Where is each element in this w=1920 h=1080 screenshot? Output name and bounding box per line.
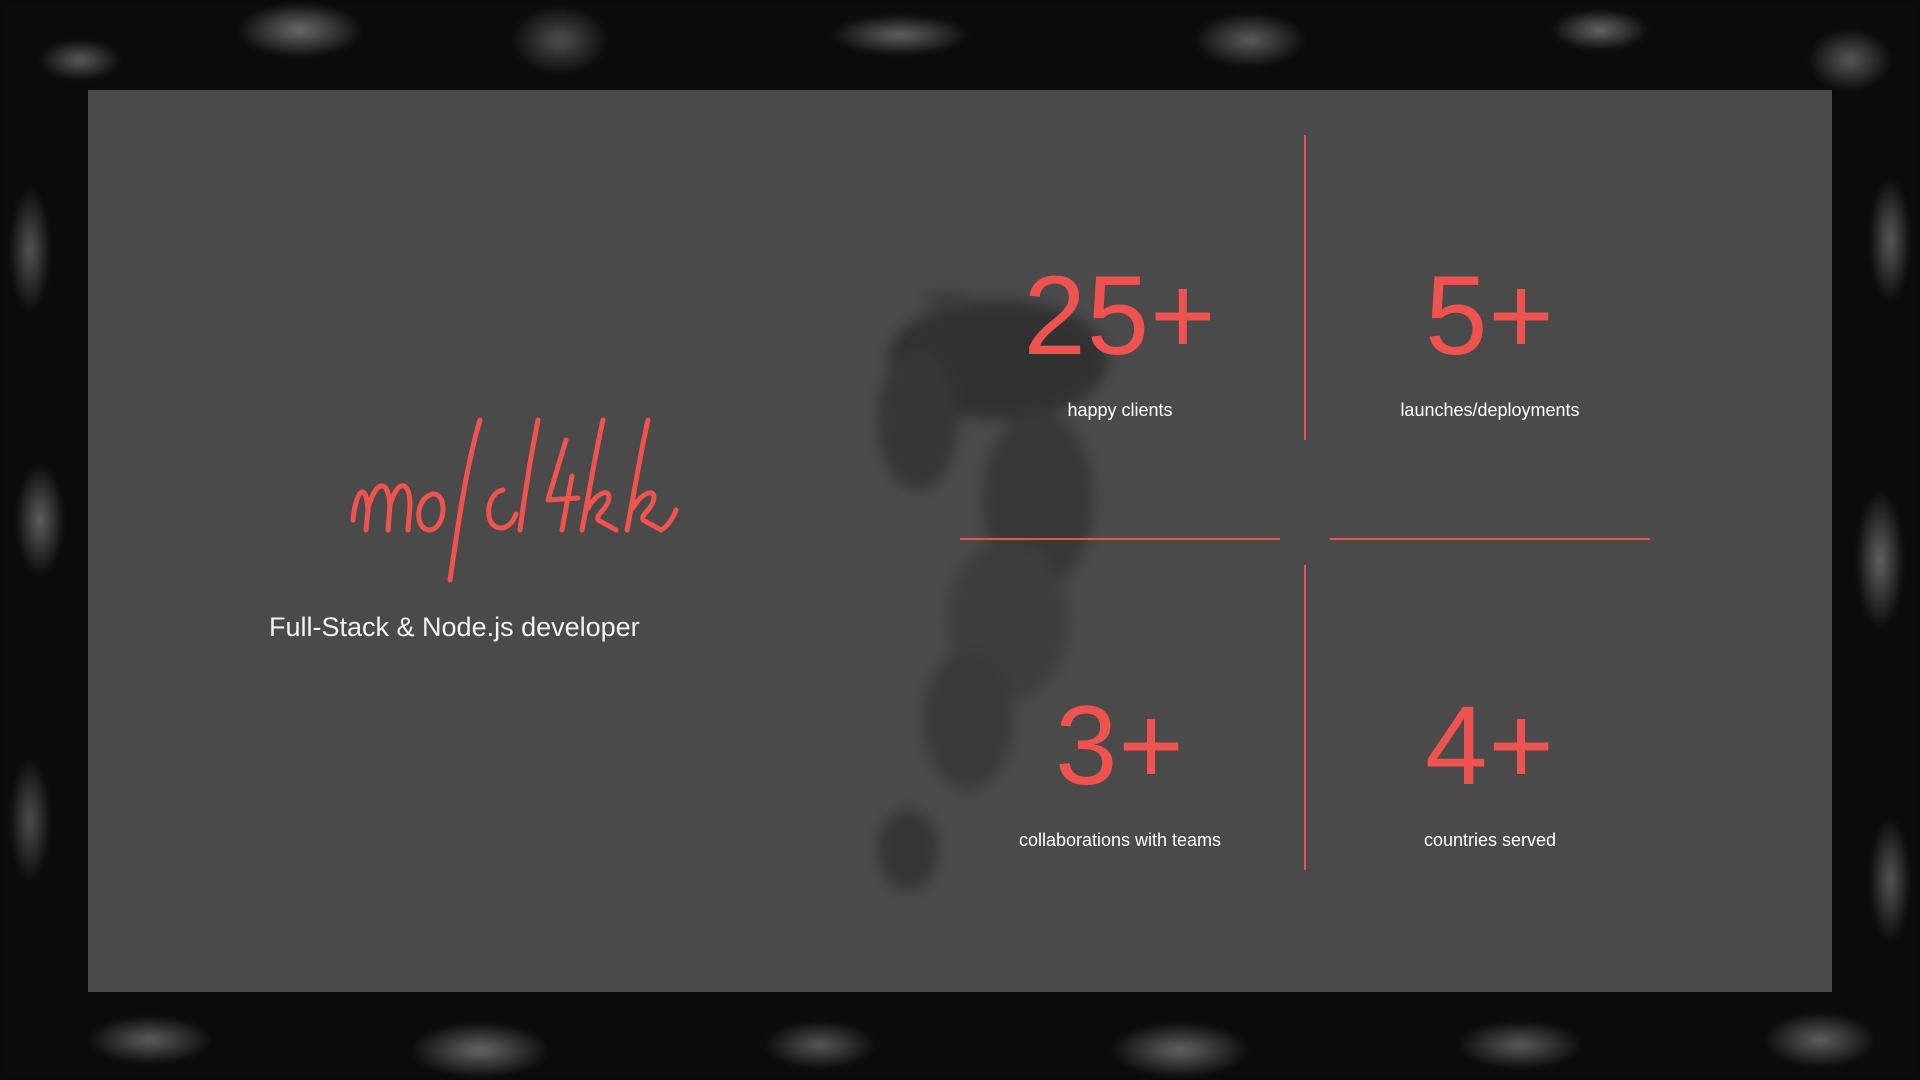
stat-value: 5+ [1425, 253, 1555, 378]
stat-value: 25+ [1023, 253, 1217, 378]
stats-divider-horizontal-left [960, 538, 1280, 540]
stat-label: countries served [1423, 830, 1557, 850]
tagline: Full-Stack & Node.js developer [269, 612, 640, 642]
stat-countries: 4+ countries served [1330, 690, 1650, 851]
stats-divider-horizontal-right [1330, 538, 1650, 540]
stat-collaborations: 3+ collaborations with teams [960, 690, 1280, 851]
stat-label: happy clients [1067, 400, 1173, 420]
stats-divider-vertical-bottom [1304, 565, 1306, 870]
signature-logo [350, 417, 679, 583]
stat-label: launches/deployments [1400, 400, 1580, 420]
hero-panel: Full-Stack & Node.js developer 25+ happy… [88, 90, 1832, 992]
stat-happy-clients: 25+ happy clients [960, 260, 1280, 421]
stat-launches: 5+ launches/deployments [1330, 260, 1650, 421]
stats-divider-vertical-top [1304, 135, 1306, 440]
stat-value: 3+ [1055, 683, 1185, 808]
stat-label: collaborations with teams [1018, 830, 1222, 850]
hero-identity: Full-Stack & Node.js developer [248, 380, 768, 780]
stat-value: 4+ [1425, 683, 1555, 808]
